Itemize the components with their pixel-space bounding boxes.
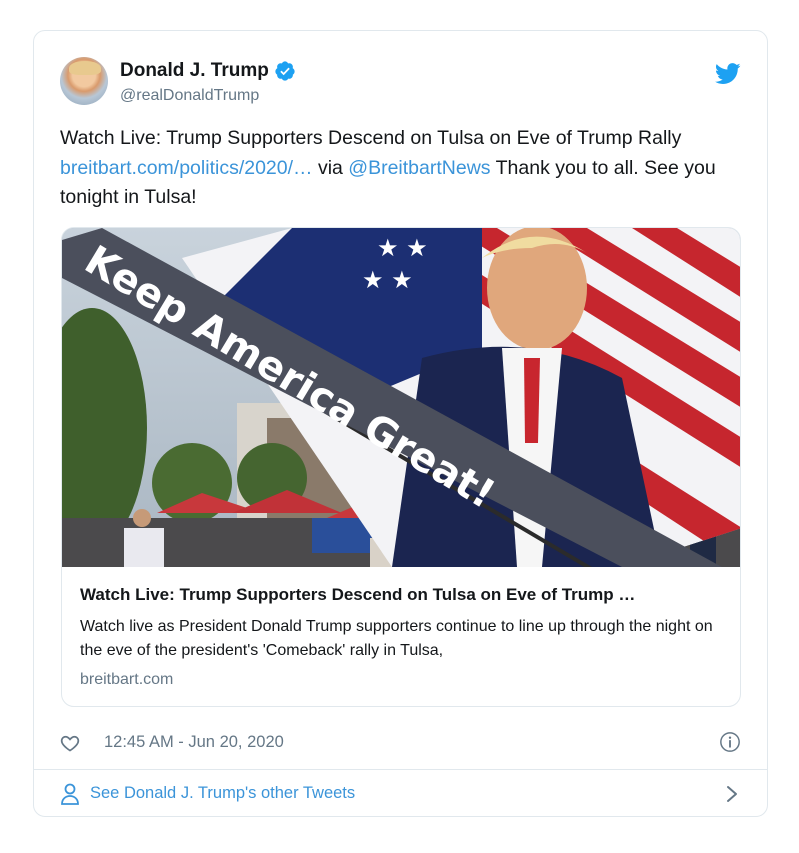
link-preview-card[interactable]: ★ ★ ★ ★ Keep America Great! Watch Live: … [61, 227, 741, 707]
preview-image[interactable]: ★ ★ ★ ★ Keep America Great! [62, 228, 740, 567]
svg-text:★ ★: ★ ★ [377, 234, 428, 262]
avatar[interactable] [60, 57, 108, 105]
author-name[interactable]: Donald J. Trump [120, 60, 269, 82]
divider [34, 769, 767, 770]
author-row: Donald J. Trump [120, 60, 296, 82]
tweet-text-part: Watch Live: Trump Supporters Descend on … [60, 127, 682, 149]
tweet-header: Donald J. Trump @realDonaldTrump [60, 57, 741, 111]
preview-description: Watch live as President Donald Trump sup… [80, 618, 713, 659]
chevron-right-icon[interactable] [723, 784, 741, 804]
svg-text:★ ★: ★ ★ [362, 266, 413, 294]
verified-badge-icon [275, 61, 295, 81]
preview-caption[interactable]: Watch Live: Trump Supporters Descend on … [62, 567, 740, 706]
tweet-text-part: via [312, 156, 349, 179]
tweet-card: Donald J. Trump @realDonaldTrump Watch L… [33, 30, 768, 817]
see-other-tweets-row[interactable]: See Donald J. Trump's other Tweets [60, 781, 741, 807]
see-other-tweets-link[interactable]: See Donald J. Trump's other Tweets [90, 784, 355, 803]
preview-domain: breitbart.com [80, 671, 174, 688]
preview-title[interactable]: Watch Live: Trump Supporters Descend on … [80, 585, 635, 605]
heart-icon[interactable] [60, 733, 80, 753]
person-icon [61, 783, 79, 805]
mention-link[interactable]: @BreitbartNews [348, 157, 490, 179]
info-icon[interactable] [719, 731, 741, 753]
twitter-bird-icon[interactable] [715, 63, 741, 85]
author-handle[interactable]: @realDonaldTrump [120, 87, 259, 105]
tweet-link[interactable]: breitbart.com/politics/2020/… [60, 157, 313, 179]
tweet-timestamp[interactable]: 12:45 AM - Jun 20, 2020 [104, 733, 284, 752]
tweet-meta: 12:45 AM - Jun 20, 2020 [60, 731, 741, 755]
tweet-text: Watch Live: Trump Supporters Descend on … [60, 124, 740, 213]
